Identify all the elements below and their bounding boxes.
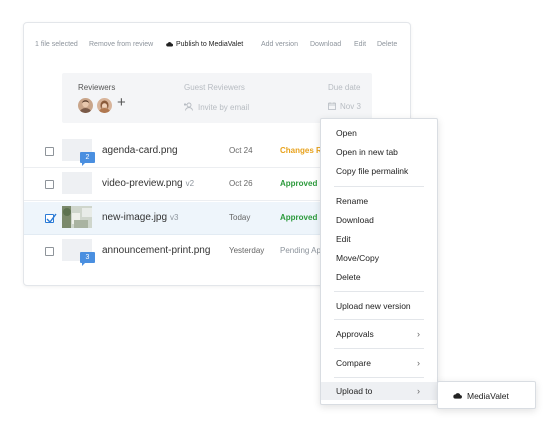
file-thumbnail[interactable] [62, 172, 92, 194]
comment-count-badge: 2 [80, 152, 95, 166]
file-thumbnail[interactable] [62, 206, 92, 228]
cloud-icon [453, 393, 462, 399]
chevron-right-icon: › [417, 386, 420, 396]
menu-item-delete[interactable]: Delete [321, 268, 437, 286]
cloud-icon [166, 42, 173, 47]
file-name[interactable]: agenda-card.png [102, 145, 181, 156]
file-date: Oct 26 [229, 179, 253, 188]
selection-count: 1 file selected [35, 41, 78, 48]
toolbar: 1 file selected Remove from review Publi… [24, 23, 410, 67]
menu-divider [334, 291, 424, 292]
row-checkbox[interactable] [45, 247, 54, 256]
menu-divider [334, 348, 424, 349]
remove-from-review-button[interactable]: Remove from review [89, 41, 153, 48]
reviewers-label: Reviewers [78, 83, 116, 92]
menu-divider [334, 319, 424, 320]
publish-label: Publish to MediaValet [176, 41, 244, 48]
menu-item-copy-permalink[interactable]: Copy file permalink [321, 162, 437, 180]
file-date: Yesterday [229, 246, 265, 255]
delete-button[interactable]: Delete [377, 41, 397, 48]
menu-item-move-copy[interactable]: Move/Copy [321, 249, 437, 267]
avatar[interactable] [78, 98, 93, 113]
status-badge: Approved [280, 179, 318, 188]
checkmark-icon [46, 213, 57, 224]
file-name[interactable]: announcement-print.png [102, 245, 213, 256]
upload-to-submenu: MediaValet [437, 381, 536, 409]
download-button[interactable]: Download [310, 41, 341, 48]
row-checkbox[interactable] [45, 213, 57, 224]
menu-item-edit[interactable]: Edit [321, 230, 437, 248]
submenu-item-mediavalet[interactable]: MediaValet [438, 387, 535, 405]
menu-item-rename[interactable]: Rename [321, 192, 437, 210]
calendar-icon [328, 102, 336, 110]
row-checkbox[interactable] [45, 180, 54, 189]
guest-reviewers-label: Guest Reviewers [184, 83, 245, 92]
menu-item-open-new-tab[interactable]: Open in new tab [321, 143, 437, 161]
menu-item-compare[interactable]: Compare › [321, 354, 437, 372]
due-date-label: Due date [328, 83, 361, 92]
review-settings-panel: Reviewers Guest Reviewers Due date + Inv… [62, 73, 372, 123]
image-preview [62, 206, 92, 228]
menu-divider [334, 186, 424, 187]
edit-button[interactable]: Edit [354, 41, 366, 48]
context-menu: Open Open in new tab Copy file permalink… [320, 118, 438, 405]
file-name[interactable]: new-image.jpg v3 [102, 212, 179, 223]
chevron-right-icon: › [417, 329, 420, 339]
avatar[interactable] [97, 98, 112, 113]
add-reviewer-button[interactable]: + [117, 95, 126, 110]
menu-item-upload-new-version[interactable]: Upload new version [321, 297, 437, 315]
row-checkbox[interactable] [45, 147, 54, 156]
file-name[interactable]: video-preview.png v2 [102, 178, 194, 189]
invite-placeholder: Invite by email [198, 103, 250, 112]
invite-by-email-field[interactable]: Invite by email [184, 102, 249, 112]
add-person-icon [184, 102, 193, 111]
file-date: Oct 24 [229, 146, 253, 155]
due-date-field[interactable]: Nov 3 [328, 102, 361, 111]
add-version-button[interactable]: Add version [261, 41, 298, 48]
menu-item-upload-to[interactable]: Upload to › [321, 382, 437, 400]
status-badge: Approved [280, 213, 318, 222]
status-badge: Pending Ap [280, 246, 321, 255]
comment-count-badge: 3 [80, 252, 95, 266]
file-date: Today [229, 213, 251, 222]
publish-button[interactable]: Publish to MediaValet [166, 41, 243, 48]
chevron-right-icon: › [417, 358, 420, 368]
due-date-value: Nov 3 [340, 102, 361, 111]
menu-item-approvals[interactable]: Approvals › [321, 325, 437, 343]
menu-item-download[interactable]: Download [321, 211, 437, 229]
menu-item-open[interactable]: Open [321, 124, 437, 142]
menu-divider [334, 377, 424, 378]
